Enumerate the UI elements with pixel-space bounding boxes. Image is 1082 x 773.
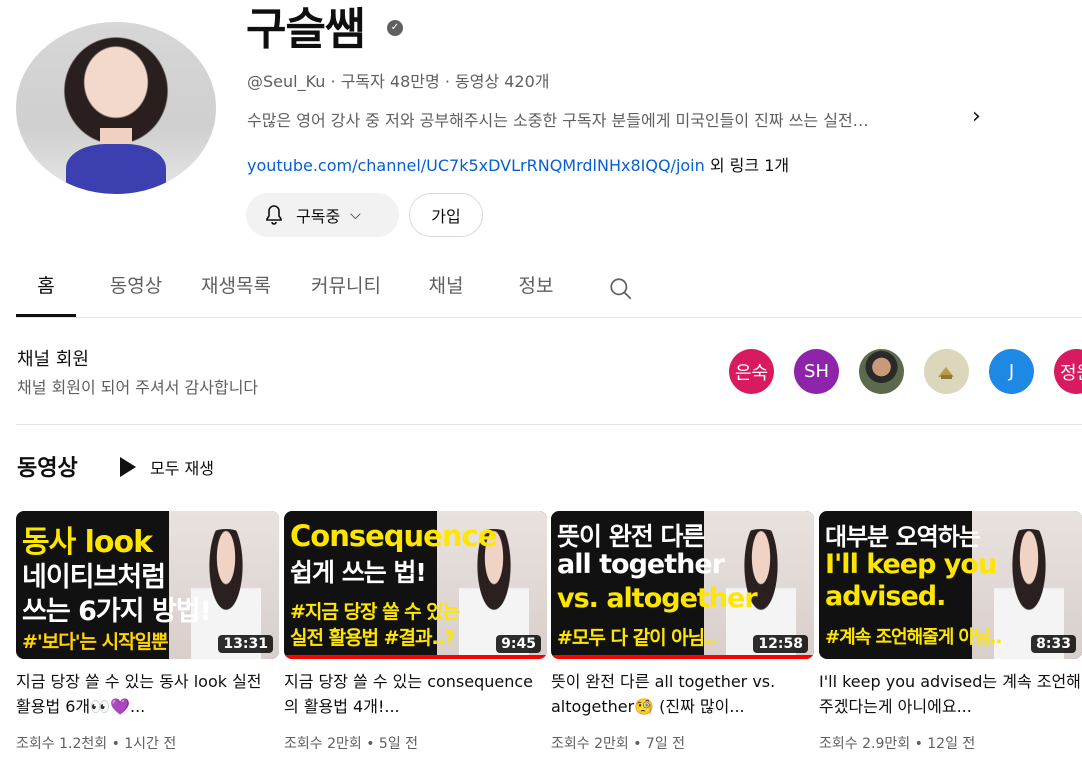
video-duration: 9:45 xyxy=(496,635,541,653)
channel-avatar xyxy=(16,22,216,194)
check-circle-icon: ✓ xyxy=(387,20,403,36)
video-card[interactable]: 동사 look 네이티브처럼 쓰는 6가지 방법! #'보다'는 시작일뿐 13… xyxy=(16,511,279,753)
member-avatar[interactable]: 은숙 xyxy=(729,349,774,394)
play-all-button[interactable]: 모두 재생 xyxy=(120,455,214,479)
member-avatar[interactable]: SH xyxy=(794,349,839,394)
tab-playlists[interactable]: 재생목록 xyxy=(194,262,278,317)
video-card[interactable]: 뜻이 완전 다른 all together vs. altogether #모두… xyxy=(551,511,814,753)
video-card[interactable]: Consequence 쉽게 쓰는 법! #지금 당장 쓸 수 있는 실전 활용… xyxy=(284,511,547,753)
videos-section-title: 동영상 xyxy=(17,456,78,481)
join-button[interactable]: 가입 xyxy=(409,193,483,237)
video-thumbnail[interactable]: 동사 look 네이티브처럼 쓰는 6가지 방법! #'보다'는 시작일뿐 13… xyxy=(16,511,279,659)
watch-progress-bar xyxy=(551,655,814,659)
video-meta: 조회수 1.2천회 • 1시간 전 xyxy=(16,736,177,752)
chevron-right-icon[interactable]: › xyxy=(972,104,981,129)
tab-about[interactable]: 정보 xyxy=(510,262,562,317)
video-meta: 조회수 2만회 • 5일 전 xyxy=(284,736,419,752)
channel-handle: @Seul_Ku xyxy=(247,72,326,91)
divider xyxy=(16,424,1082,425)
watch-progress-bar xyxy=(284,655,547,659)
video-title[interactable]: I'll keep you advised는 계속 조언해주겠다는게 아니에요.… xyxy=(819,669,1082,721)
bell-icon xyxy=(266,205,282,225)
channel-meta: @Seul_Ku · 구독자 48만명 · 동영상 420개 xyxy=(247,72,550,91)
video-duration: 12:58 xyxy=(753,635,808,653)
video-count: 동영상 420개 xyxy=(455,72,550,91)
tab-videos[interactable]: 동영상 xyxy=(102,262,170,317)
members-subtitle: 채널 회원이 되어 주셔서 감사합니다 xyxy=(17,378,259,397)
chevron-down-icon: ⌵ xyxy=(350,207,361,223)
play-all-label: 모두 재생 xyxy=(150,459,214,478)
video-duration: 13:31 xyxy=(218,635,273,653)
more-links-link[interactable]: 외 링크 1개 xyxy=(710,156,789,175)
subscriber-count: 구독자 48만명 xyxy=(340,72,440,91)
members-title: 채널 회원 xyxy=(17,349,89,370)
member-avatar[interactable] xyxy=(924,349,969,394)
search-icon[interactable] xyxy=(608,276,634,302)
channel-description[interactable]: 수많은 영어 강사 중 저와 공부해주시는 소중한 구독자 분들에게 미국인들이… xyxy=(247,107,869,131)
video-meta: 조회수 2만회 • 7일 전 xyxy=(551,736,686,752)
channel-join-link[interactable]: youtube.com/channel/UC7k5xDVLrRNQMrdlNHx… xyxy=(247,156,705,175)
video-title[interactable]: 지금 당장 쓸 수 있는 consequence의 활용법 4개!... xyxy=(284,669,547,721)
member-avatar[interactable]: 정원 xyxy=(1054,349,1082,394)
subscribed-button[interactable]: 구독중 ⌵ xyxy=(246,193,399,237)
channel-links: youtube.com/channel/UC7k5xDVLrRNQMrdlNHx… xyxy=(247,152,789,176)
video-thumbnail[interactable]: Consequence 쉽게 쓰는 법! #지금 당장 쓸 수 있는 실전 활용… xyxy=(284,511,547,659)
member-avatar[interactable] xyxy=(859,349,904,394)
video-meta: 조회수 2.9만회 • 12일 전 xyxy=(819,736,976,752)
tab-channels[interactable]: 채널 xyxy=(420,262,472,317)
video-thumbnail[interactable]: 뜻이 완전 다른 all together vs. altogether #모두… xyxy=(551,511,814,659)
video-title[interactable]: 뜻이 완전 다른 all together vs. altogether🧐 (진… xyxy=(551,669,814,721)
member-avatar[interactable]: J xyxy=(989,349,1034,394)
tab-home[interactable]: 홈 xyxy=(16,262,76,317)
video-duration: 8:33 xyxy=(1031,635,1076,653)
tab-community[interactable]: 커뮤니티 xyxy=(304,262,388,317)
subscribed-label: 구독중 xyxy=(296,207,341,226)
channel-tabs: 홈 동영상 재생목록 커뮤니티 채널 정보 xyxy=(16,262,1082,318)
play-icon xyxy=(120,457,136,477)
video-card[interactable]: 대부분 오역하는 I'll keep you advised. #계속 조언해줄… xyxy=(819,511,1082,753)
channel-name: 구슬쌤 xyxy=(246,4,365,55)
video-thumbnail[interactable]: 대부분 오역하는 I'll keep you advised. #계속 조언해줄… xyxy=(819,511,1082,659)
video-title[interactable]: 지금 당장 쓸 수 있는 동사 look 실전 활용법 6개👀💜... xyxy=(16,669,279,721)
